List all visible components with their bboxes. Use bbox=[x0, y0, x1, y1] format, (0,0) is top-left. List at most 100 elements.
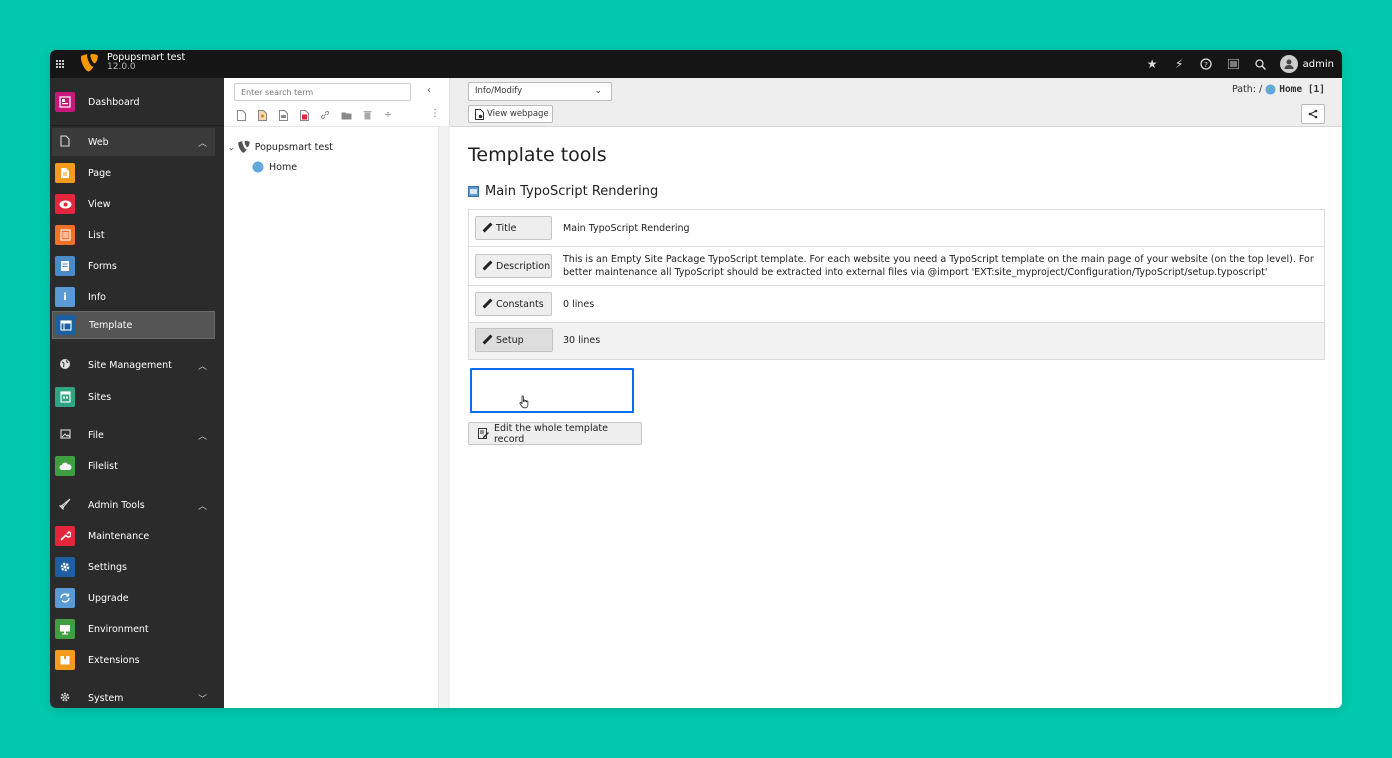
tree-node-home[interactable]: Home bbox=[252, 161, 297, 173]
chevron-up-icon: ︿ bbox=[197, 432, 207, 442]
tree-divider bbox=[224, 126, 450, 127]
nav-view[interactable]: View bbox=[52, 190, 215, 218]
nav-label: Template bbox=[89, 319, 133, 331]
nav-extensions[interactable]: Extensions bbox=[52, 646, 215, 674]
new-page-user-icon[interactable] bbox=[255, 108, 269, 122]
edit-record-icon bbox=[478, 428, 489, 439]
list-module-icon bbox=[55, 225, 75, 245]
share-button[interactable] bbox=[1301, 104, 1325, 124]
path-page[interactable]: Home [1] bbox=[1279, 84, 1325, 95]
tree-search-input[interactable] bbox=[234, 83, 411, 101]
page-icon bbox=[55, 163, 75, 183]
star-icon[interactable]: ★ bbox=[1139, 50, 1166, 78]
nav-settings[interactable]: Settings bbox=[52, 553, 215, 581]
nav-group-site-management[interactable]: Site Management ︿ bbox=[52, 351, 215, 379]
button-label: Title bbox=[496, 222, 517, 234]
nav-group-admin-tools[interactable]: Admin Tools ︿ bbox=[52, 491, 215, 519]
nav-environment[interactable]: Environment bbox=[52, 615, 215, 643]
module-menu: Dashboard Web ︿ Page View List Forms i I… bbox=[50, 78, 224, 708]
edit-description-button[interactable]: Description bbox=[475, 254, 552, 278]
edit-template-record-button[interactable]: Edit the whole template record bbox=[468, 422, 642, 445]
nav-label: Settings bbox=[88, 561, 127, 573]
info-icon: i bbox=[55, 287, 75, 307]
template-record-icon bbox=[468, 186, 479, 197]
list-icon[interactable] bbox=[1220, 50, 1247, 78]
tree-toolbar: ÷ bbox=[234, 108, 395, 122]
username[interactable]: admin bbox=[1303, 59, 1334, 70]
site-version: 12.0.0 bbox=[107, 62, 136, 72]
monitor-icon bbox=[55, 619, 75, 639]
user-avatar-icon[interactable] bbox=[1279, 55, 1298, 73]
nav-label: Forms bbox=[88, 260, 117, 272]
search-icon[interactable] bbox=[1247, 50, 1274, 78]
eye-icon bbox=[55, 194, 75, 214]
wrench-icon bbox=[55, 526, 75, 546]
nav-group-label: Admin Tools bbox=[88, 499, 145, 511]
app-grid-icon[interactable] bbox=[50, 50, 70, 78]
nav-group-file[interactable]: File ︿ bbox=[52, 421, 215, 449]
template-heading: Main TypoScript Rendering bbox=[468, 184, 658, 199]
template-icon bbox=[56, 315, 76, 335]
nav-filelist[interactable]: Filelist bbox=[52, 452, 215, 480]
trash-icon[interactable] bbox=[360, 108, 374, 122]
collapse-tree-icon[interactable]: ‹ bbox=[427, 85, 431, 96]
pencil-icon bbox=[482, 223, 492, 233]
nav-group-label: File bbox=[88, 429, 104, 441]
docheader: Info/Modify ⌄ View webpage Path: / Home … bbox=[450, 78, 1342, 127]
table-row-description: Description This is an Empty Site Packag… bbox=[469, 247, 1324, 286]
document-icon bbox=[55, 134, 75, 150]
globe-page-icon bbox=[1265, 84, 1276, 95]
path-label: Path: / bbox=[1231, 84, 1263, 95]
tree-node-root[interactable]: ⌄ Popupsmart test bbox=[228, 141, 333, 153]
view-page-icon bbox=[475, 108, 484, 120]
nav-forms[interactable]: Forms bbox=[52, 252, 215, 280]
folder-icon[interactable] bbox=[339, 108, 353, 122]
nav-group-label: Site Management bbox=[88, 359, 172, 371]
table-row-setup: Setup 30 lines bbox=[469, 323, 1324, 359]
nav-group-web[interactable]: Web ︿ bbox=[52, 128, 215, 156]
image-icon bbox=[55, 428, 75, 442]
new-page-red-icon[interactable] bbox=[297, 108, 311, 122]
breadcrumb: Path: / Home [1] bbox=[1232, 84, 1325, 95]
new-page-link-icon[interactable] bbox=[276, 108, 290, 122]
top-toolbar: ★ ⚡ ? admin bbox=[1139, 50, 1334, 78]
nav-label: Page bbox=[88, 167, 111, 179]
nav-label: Info bbox=[88, 291, 106, 303]
help-icon[interactable]: ? bbox=[1193, 50, 1220, 78]
chevron-down-icon[interactable]: ⌄ bbox=[228, 143, 235, 152]
nav-label: Sites bbox=[88, 391, 112, 403]
pencil-icon bbox=[482, 299, 492, 309]
nav-label: List bbox=[88, 229, 105, 241]
nav-page[interactable]: Page bbox=[52, 159, 215, 187]
tree-node-label: Home bbox=[269, 161, 298, 173]
pencil-icon bbox=[482, 335, 492, 345]
tree-scrollbar[interactable] bbox=[438, 126, 450, 708]
edit-setup-button[interactable]: Setup bbox=[475, 328, 553, 352]
nav-dashboard[interactable]: Dashboard bbox=[52, 88, 215, 116]
rocket-icon bbox=[55, 498, 75, 513]
typo3-logo-icon[interactable] bbox=[81, 54, 98, 72]
nav-label: Filelist bbox=[88, 460, 118, 472]
nav-maintenance[interactable]: Maintenance bbox=[52, 522, 215, 550]
nav-group-system[interactable]: System ﹀ bbox=[52, 684, 215, 708]
cog-icon bbox=[55, 691, 75, 706]
forms-icon bbox=[55, 256, 75, 276]
divider-icon[interactable]: ÷ bbox=[381, 108, 395, 122]
nav-info[interactable]: i Info bbox=[52, 283, 215, 311]
bolt-icon[interactable]: ⚡ bbox=[1166, 50, 1193, 78]
new-page-icon[interactable] bbox=[234, 108, 248, 122]
nav-list[interactable]: List bbox=[52, 221, 215, 249]
view-webpage-button[interactable]: View webpage bbox=[468, 105, 553, 123]
link-icon[interactable] bbox=[318, 108, 332, 122]
nav-upgrade[interactable]: Upgrade bbox=[52, 584, 215, 612]
globe-page-icon bbox=[252, 161, 264, 173]
nav-label: Environment bbox=[88, 623, 149, 635]
more-options-icon[interactable]: ⋮ bbox=[430, 108, 440, 119]
edit-constants-button[interactable]: Constants bbox=[475, 292, 552, 316]
edit-title-button[interactable]: Title bbox=[475, 216, 552, 240]
title-value: Main TypoScript Rendering bbox=[563, 223, 690, 234]
nav-sites[interactable]: Sites bbox=[52, 383, 215, 411]
chevron-up-icon: ︿ bbox=[197, 362, 207, 372]
function-select[interactable]: Info/Modify ⌄ bbox=[468, 82, 612, 101]
nav-template[interactable]: Template bbox=[52, 311, 215, 339]
